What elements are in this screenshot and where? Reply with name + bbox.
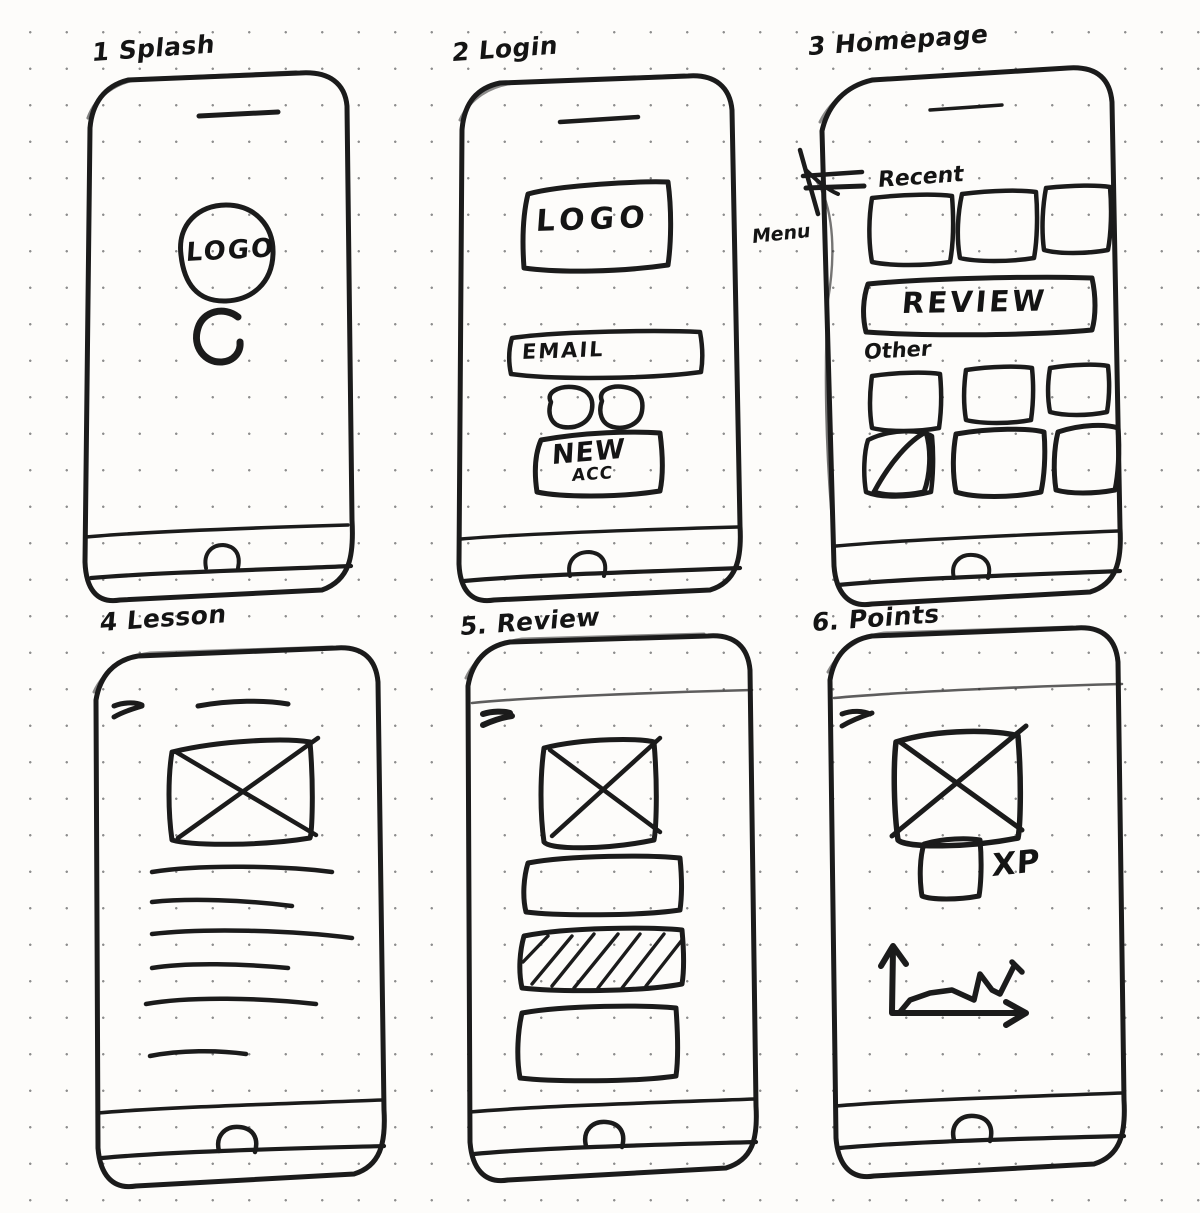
wireframe-homepage[interactable] (820, 64, 1125, 612)
wireframe-review[interactable] (466, 632, 758, 1184)
wireframe-login[interactable] (459, 70, 742, 608)
wireframe-points[interactable] (828, 624, 1126, 1182)
wireframe-sheet: 1 Splash 2 Login 3 Homepage 4 Lesson 5. … (0, 0, 1200, 1213)
wireframe-splash[interactable] (85, 68, 355, 608)
wireframe-lesson[interactable] (94, 644, 386, 1194)
